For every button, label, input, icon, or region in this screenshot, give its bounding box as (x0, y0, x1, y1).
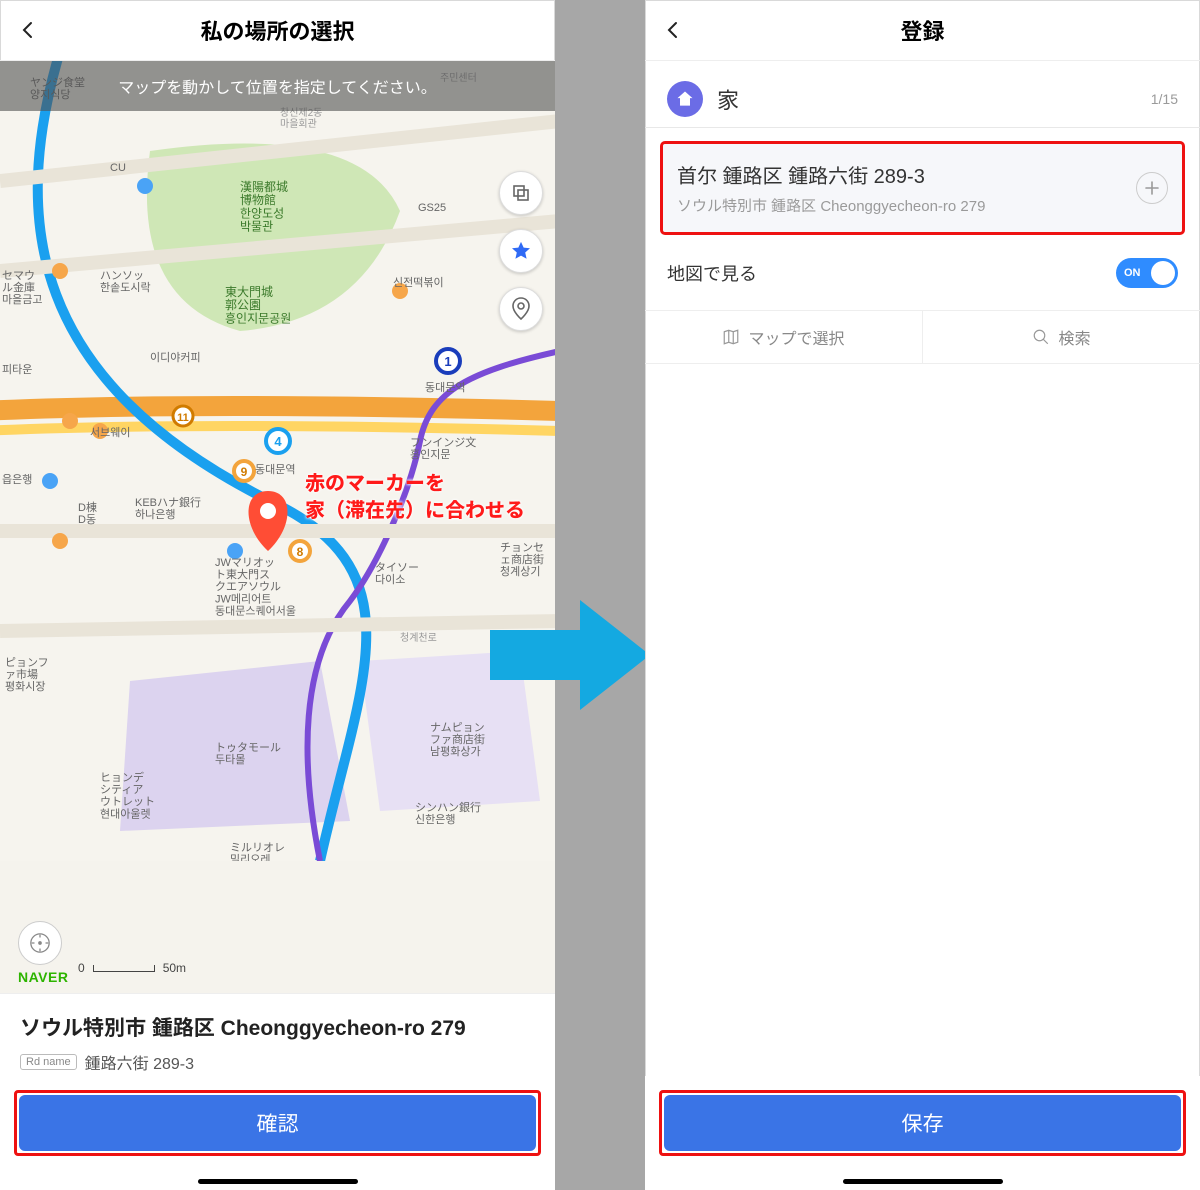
right-bottom-bar: 保存 (645, 1076, 1200, 1190)
highlight-save: 保存 (659, 1090, 1186, 1156)
plus-icon (1145, 181, 1159, 195)
map-toggle-label: 地図で見る (667, 260, 757, 286)
back-button[interactable] (14, 16, 42, 44)
svg-text:동대문역: 동대문역 (255, 463, 295, 476)
map-toggle[interactable]: ON (1116, 258, 1178, 288)
tab-map-select[interactable]: マップで選択 (645, 311, 922, 363)
layers-button[interactable] (499, 171, 543, 215)
svg-text:서브웨이: 서브웨이 (90, 426, 130, 439)
svg-text:8: 8 (297, 545, 304, 559)
address-sub: 鍾路六街 289-3 (85, 1050, 194, 1074)
name-input[interactable]: 家 (717, 83, 1137, 115)
scale-zero: 0 (78, 961, 85, 975)
chevron-left-icon (18, 20, 38, 40)
back-button[interactable] (659, 16, 687, 44)
map-canvas: 1 4 9 8 11 .ml{font:11px sans-serif;fil (0, 61, 555, 861)
name-field-row: 家 1/15 (645, 61, 1200, 128)
tab-search-label: 検索 (1058, 325, 1090, 349)
map-toggle-row: 地図で見る ON (645, 244, 1200, 311)
search-icon (1032, 328, 1050, 346)
tab-search[interactable]: 検索 (922, 311, 1200, 363)
tab-map-label: マップで選択 (748, 325, 844, 349)
map-viewport[interactable]: マップを動かして位置を指定してください。 (0, 61, 555, 993)
svg-text:읍은행: 읍은행 (2, 473, 32, 486)
star-icon (510, 240, 532, 262)
home-category-icon (667, 81, 703, 117)
home-indicator (843, 1179, 1003, 1184)
svg-text:ナムピョンファ商店街남평화상가: ナムピョンファ商店街남평화상가 (430, 721, 485, 758)
svg-text:청계천로: 청계천로 (400, 632, 437, 644)
address-primary: 首尔 鍾路区 鍾路六街 289-3 (677, 160, 1168, 189)
address-main: ソウル特別市 鍾路区 Cheonggyecheon-ro 279 (20, 1012, 535, 1042)
pin-outline-icon (511, 297, 531, 321)
home-icon (675, 89, 695, 109)
svg-text:チョンセェ商店街청계상기: チョンセェ商店街청계상기 (500, 541, 544, 578)
svg-text:신전떡볶이: 신전떡볶이 (393, 276, 444, 289)
compass-button[interactable] (18, 921, 62, 965)
annotation-line1: 赤のマーカーを (305, 471, 525, 498)
spacer (645, 364, 1200, 1076)
instruction-annotation: 赤のマーカーを 家（滞在先）に合わせる (305, 471, 525, 525)
svg-text:피타운: 피타운 (2, 363, 32, 376)
layers-icon (511, 183, 531, 203)
map-scale: 0 50m (78, 961, 186, 975)
svg-text:이디야커피: 이디야커피 (150, 351, 201, 364)
svg-text:11: 11 (177, 412, 189, 424)
right-header: 登録 (645, 0, 1200, 61)
right-screen: 登録 家 1/15 首尔 鍾路区 鍾路六街 289-3 ソウル特別市 鍾路区 C… (645, 0, 1200, 1190)
address-panel: ソウル特別市 鍾路区 Cheonggyecheon-ro 279 Rd name… (0, 993, 555, 1076)
page-title: 登録 (900, 14, 944, 46)
save-button[interactable]: 保存 (664, 1095, 1181, 1151)
scale-dist: 50m (163, 961, 186, 975)
annotation-line2: 家（滞在先）に合わせる (305, 498, 525, 525)
map-tool-column (499, 171, 543, 331)
map-icon (722, 328, 740, 346)
address-sub-row: Rd name 鍾路六街 289-3 (20, 1050, 535, 1074)
road-name-badge: Rd name (20, 1054, 77, 1070)
svg-text:CU: CU (110, 162, 126, 174)
svg-text:ハンソッ한솥도시락: ハンソッ한솥도시락 (100, 270, 151, 294)
address-secondary: ソウル特別市 鍾路区 Cheonggyecheon-ro 279 (677, 195, 1168, 216)
favorite-button[interactable] (499, 229, 543, 273)
highlight-confirm: 確認 (14, 1090, 541, 1156)
svg-text:D棟D동: D棟D동 (78, 500, 97, 526)
chevron-left-icon (663, 20, 683, 40)
left-header: 私の場所の選択 (0, 0, 555, 61)
left-screen: 私の場所の選択 マップを動かして位置を指定してください。 (0, 0, 555, 1190)
add-address-button[interactable] (1136, 172, 1168, 204)
home-indicator (198, 1179, 358, 1184)
compass-icon (29, 932, 51, 954)
confirm-button[interactable]: 確認 (19, 1095, 536, 1151)
svg-text:GS25: GS25 (418, 202, 446, 214)
flow-arrow-icon (490, 595, 650, 715)
map-brand: NAVER (18, 969, 68, 985)
scale-bar (93, 965, 155, 972)
svg-text:동대문역: 동대문역 (425, 381, 465, 394)
left-bottom-bar: 確認 (0, 1076, 555, 1190)
pin-button[interactable] (499, 287, 543, 331)
page-title: 私の場所の選択 (200, 14, 354, 46)
svg-text:4: 4 (274, 434, 282, 449)
address-card: 首尔 鍾路区 鍾路六街 289-3 ソウル特別市 鍾路区 Cheonggyech… (661, 142, 1184, 234)
char-counter: 1/15 (1151, 91, 1178, 107)
tab-row: マップで選択 検索 (645, 311, 1200, 364)
toggle-on-text: ON (1124, 267, 1141, 279)
map-hint-banner: マップを動かして位置を指定してください。 (0, 61, 555, 111)
toggle-knob (1151, 261, 1175, 285)
svg-text:1: 1 (444, 354, 451, 369)
svg-text:9: 9 (241, 465, 248, 479)
